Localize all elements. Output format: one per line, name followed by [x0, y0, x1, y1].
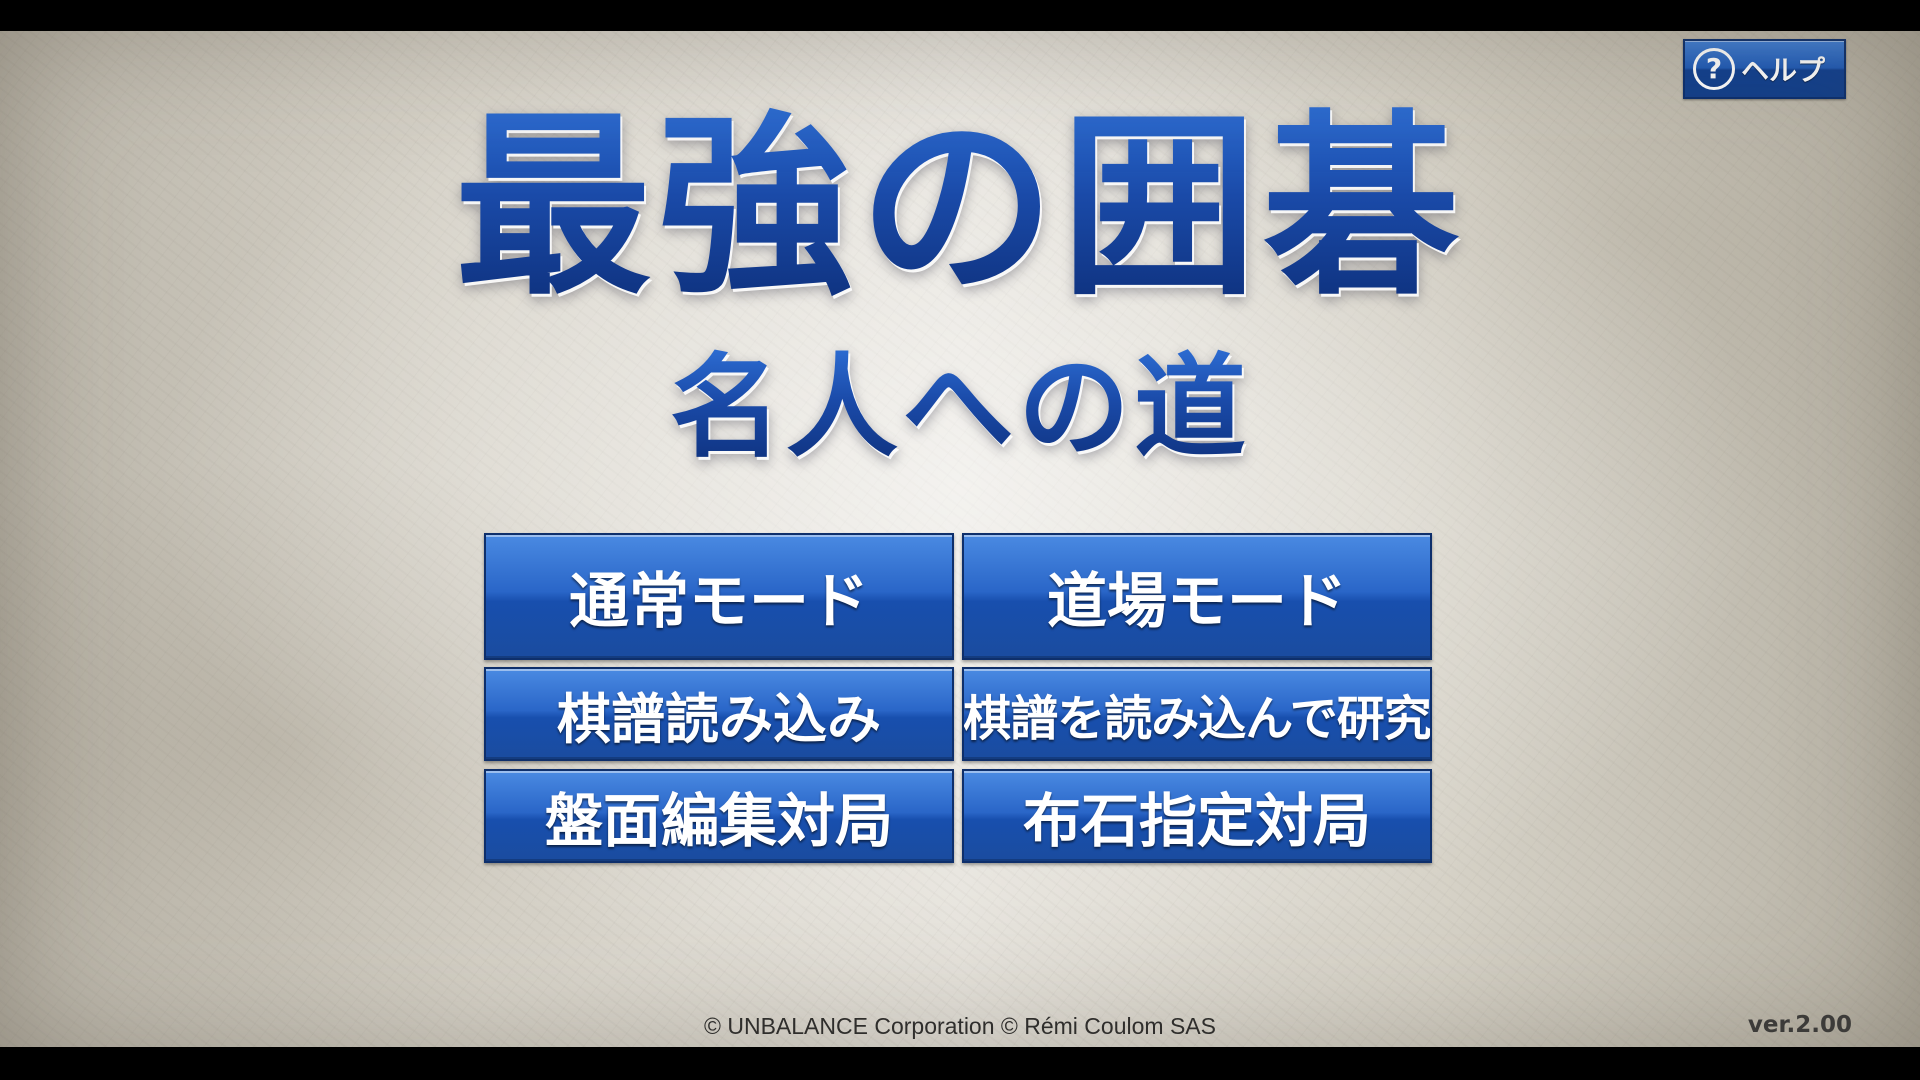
game-subtitle: 名人への道 [0, 343, 1920, 473]
load-kifu-button[interactable]: 棋譜読み込み [484, 667, 954, 761]
copyright-text: © UNBALANCE Corporation © Rémi Coulom SA… [704, 1013, 1216, 1039]
board-edit-game-button[interactable]: 盤面編集対局 [484, 769, 954, 863]
help-button[interactable]: ? ヘルプ [1683, 39, 1846, 99]
version-text: ver.2.00 [1747, 1012, 1852, 1038]
normal-mode-button[interactable]: 通常モード [484, 533, 954, 660]
dojo-mode-button[interactable]: 道場モード [962, 533, 1432, 660]
kifu-study-button[interactable]: 棋譜を読み込んで研究 [962, 667, 1432, 761]
letterbox-bottom [0, 1047, 1920, 1080]
game-screen: ? ヘルプ 最強の囲碁 名人への道 通常モード 道場モード 棋譜読み込み 棋譜を… [0, 0, 1920, 1080]
opening-game-button[interactable]: 布石指定対局 [962, 769, 1432, 863]
help-label: ヘルプ [1741, 54, 1826, 87]
title-screen: ? ヘルプ 最強の囲碁 名人への道 通常モード 道場モード 棋譜読み込み 棋譜を… [0, 31, 1920, 1047]
game-title: 最強の囲碁 [0, 97, 1920, 317]
letterbox-top [0, 0, 1920, 31]
question-circle-icon: ? [1693, 48, 1735, 90]
